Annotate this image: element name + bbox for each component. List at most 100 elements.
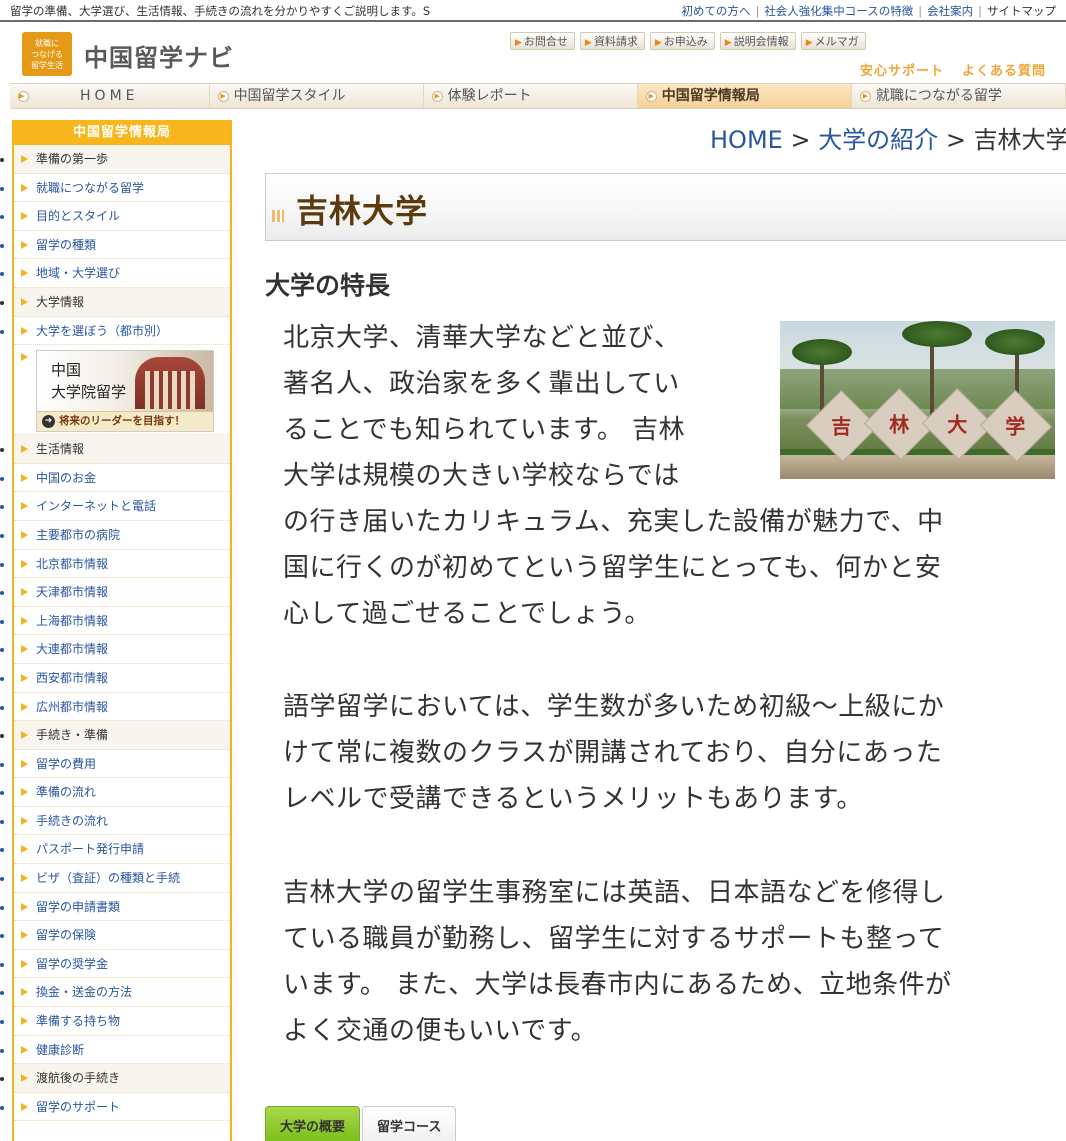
sidebar-item-label: 留学の保険 (36, 928, 97, 943)
triangle-bullet-icon (21, 1017, 28, 1026)
triangle-bullet-icon (21, 155, 28, 163)
triangle-bullet-icon (21, 673, 28, 682)
sidebar-item[interactable]: 留学の費用 (14, 750, 230, 779)
sidebar-item[interactable]: 留学の種類 (14, 231, 230, 260)
contact-button-label: お問合せ (523, 35, 568, 48)
sidebar-item[interactable]: 準備する持ち物 (14, 1007, 230, 1036)
title-square-icon (272, 210, 284, 222)
site-logo[interactable]: 中国留学ナビ (84, 38, 234, 73)
contact-button[interactable]: ▶ お問合せ (510, 32, 575, 50)
sidebar-item-label: 西安都市情報 (36, 670, 109, 685)
nav-tab-label: 中国留学スタイル (233, 88, 346, 104)
logo-mark[interactable]: 就職に つなげる 留学生活 (22, 32, 72, 76)
triangle-bullet-icon (21, 759, 28, 768)
photo-palm-fronds (792, 339, 852, 365)
sidebar-item-label: 渡航後の手続き (36, 1071, 121, 1086)
sidebar-item[interactable]: 健康診断 (14, 1036, 230, 1065)
sidebar-item[interactable]: 大学を選ぼう（都市別） (14, 317, 230, 346)
circle-arrow-icon: ▶ (18, 91, 29, 102)
sidebar-item[interactable]: パスポート発行申請 (14, 835, 230, 865)
paragraph-intro-continued: の行き届いたカリキュラム、充実した設備が魅力で、中 国に行くのが初めてという留学… (283, 507, 944, 629)
faq-link[interactable]: よくある質問 (962, 64, 1046, 79)
top-bar: 留学の準備、大学選び、生活情報、手続きの流れを分かりやすくご説明します。S 初め… (0, 0, 1066, 22)
sidebar-item-label: 大連都市情報 (36, 642, 109, 657)
site-header: 就職に つなげる 留学生活 中国留学ナビ ▶ お問合せ ▶ 資料請求 ▶ お申込み ▶ 説明会… (0, 24, 1066, 82)
brochure-request-button[interactable]: ▶ 資料請求 (579, 32, 645, 50)
triangle-bullet-icon (21, 959, 28, 968)
breadcrumb-home[interactable]: HOME (710, 126, 783, 154)
triangle-bullet-icon (21, 1102, 28, 1111)
toplink-intensive-course[interactable]: 社会人強化集中コースの特徴 (764, 4, 913, 18)
sidebar-item-label: 留学の費用 (36, 756, 97, 771)
sidebar-item[interactable]: 就職につながる留学 (14, 174, 230, 203)
sidebar-section-item[interactable]: 渡航後の手続き (14, 1064, 230, 1093)
newsletter-button[interactable]: ▶ メルマガ (800, 32, 866, 50)
sidebar-item[interactable]: 大連都市情報 (14, 635, 230, 664)
sidebar-section-item[interactable]: 生活情報 (14, 435, 230, 464)
sidebar-item[interactable]: 手続きの流れ (14, 807, 230, 836)
seminar-info-button[interactable]: ▶ 説明会情報 (719, 32, 796, 50)
nav-tab-info-bureau[interactable]: ▶ 中国留学情報局 (637, 84, 852, 108)
sidebar-item-label: 上海都市情報 (36, 613, 109, 628)
sidebar-item[interactable]: 留学の保険 (14, 921, 230, 950)
sidebar-item[interactable]: 中国のお金 (14, 464, 230, 493)
sidebar-title: 中国留学情報局 (14, 120, 230, 145)
sidebar-item-label: 準備する持ち物 (36, 1014, 121, 1029)
sidebar-section-item[interactable]: 手続き・準備 (14, 721, 230, 750)
sidebar-item[interactable]: 主要都市の病院 (14, 521, 230, 550)
sidebar-item[interactable]: 留学の奨学金 (14, 950, 230, 979)
apply-button[interactable]: ▶ お申込み (649, 32, 715, 50)
triangle-bullet-icon (21, 353, 28, 362)
sidebar-item-label: 北京都市情報 (36, 556, 109, 571)
page-title: 吉林大学 (296, 192, 429, 230)
newsletter-label: メルマガ (814, 35, 859, 48)
sidebar-item[interactable]: インターネットと電話 (14, 492, 230, 521)
nav-tab-reports[interactable]: ▶ 体験レポート (423, 84, 638, 108)
sidebar-item[interactable]: 目的とスタイル (14, 202, 230, 231)
title-box: 吉林大学 (265, 173, 1066, 241)
nav-tab-home[interactable]: ▶ HOME (10, 84, 210, 108)
sidebar-section-item[interactable]: 大学情報 (14, 287, 230, 317)
sidebar-item[interactable]: 準備の流れ (14, 778, 230, 807)
triangle-bullet-icon (21, 559, 28, 568)
graduate-school-banner[interactable]: 中国 大学院留学 ➜ 将来のリーダーを目指す！ (36, 350, 214, 433)
triangle-bullet-icon (21, 902, 28, 911)
tab-university-overview[interactable]: 大学の概要 (265, 1106, 361, 1141)
circle-arrow-icon: ▶ (217, 91, 229, 102)
nav-tab-label: 中国留学情報局 (661, 88, 760, 104)
sidebar-item[interactable]: 西安都市情報 (14, 664, 230, 693)
sidebar-section-item[interactable]: 準備の第一歩 (14, 145, 230, 174)
toplink-first-time[interactable]: 初めての方へ (681, 4, 750, 18)
nav-tab-career[interactable]: ▶ 就職につながる留学 (851, 84, 1066, 108)
sidebar-banner-item: 中国 大学院留学 ➜ 将来のリーダーを目指す！ (14, 345, 230, 436)
support-link[interactable]: 安心サポート (860, 64, 944, 79)
sidebar-item[interactable]: 換金・送金の方法 (14, 978, 230, 1008)
nav-tab-style[interactable]: ▶ 中国留学スタイル (209, 84, 424, 108)
sidebar-item[interactable]: 留学のサポート (14, 1093, 230, 1122)
triangle-bullet-icon (21, 788, 28, 797)
tab-study-courses[interactable]: 留学コース (362, 1106, 457, 1141)
sidebar-item-label: 中国のお金 (36, 470, 97, 485)
apply-button-label: お申込み (663, 35, 708, 48)
sidebar-item[interactable]: 広州都市情報 (14, 693, 230, 722)
sidebar-item[interactable]: ビザ（査証）の種類と手続 (14, 864, 230, 893)
sidebar-item[interactable]: 地域・大学選び (14, 259, 230, 288)
toplink-sitemap[interactable]: サイトマップ (987, 4, 1056, 18)
triangle-bullet-icon (21, 731, 28, 740)
sidebar-item-label: 留学の奨学金 (36, 956, 109, 971)
sidebar-item[interactable]: 上海都市情報 (14, 607, 230, 636)
circle-arrow-icon: ▶ (645, 91, 657, 102)
sidebar-item[interactable]: 天津都市情報 (14, 578, 230, 607)
triangle-bullet-icon (21, 702, 28, 711)
sidebar-item[interactable]: 北京都市情報 (14, 550, 230, 579)
triangle-bullet-icon (21, 530, 28, 539)
paragraph-language-study: 語学留学においては、学生数が多いため初級～上級にか けて常に複数のクラスが開講さ… (283, 692, 945, 814)
arrow-right-icon: ▶ (515, 38, 522, 48)
seminar-info-label: 説明会情報 (733, 35, 789, 48)
site-tagline: 留学の準備、大学選び、生活情報、手続きの流れを分かりやすくご説明します。S (10, 4, 431, 18)
banner-footer-text: 将来のリーダーを目指す！ (59, 415, 185, 428)
utility-buttons: ▶ お問合せ ▶ 資料請求 ▶ お申込み ▶ 説明会情報 ▶ メルマガ (510, 30, 871, 50)
sidebar-item[interactable]: 留学の申請書類 (14, 893, 230, 922)
toplink-company[interactable]: 会社案内 (927, 4, 973, 18)
breadcrumb-parent[interactable]: 大学の紹介 (818, 126, 938, 154)
